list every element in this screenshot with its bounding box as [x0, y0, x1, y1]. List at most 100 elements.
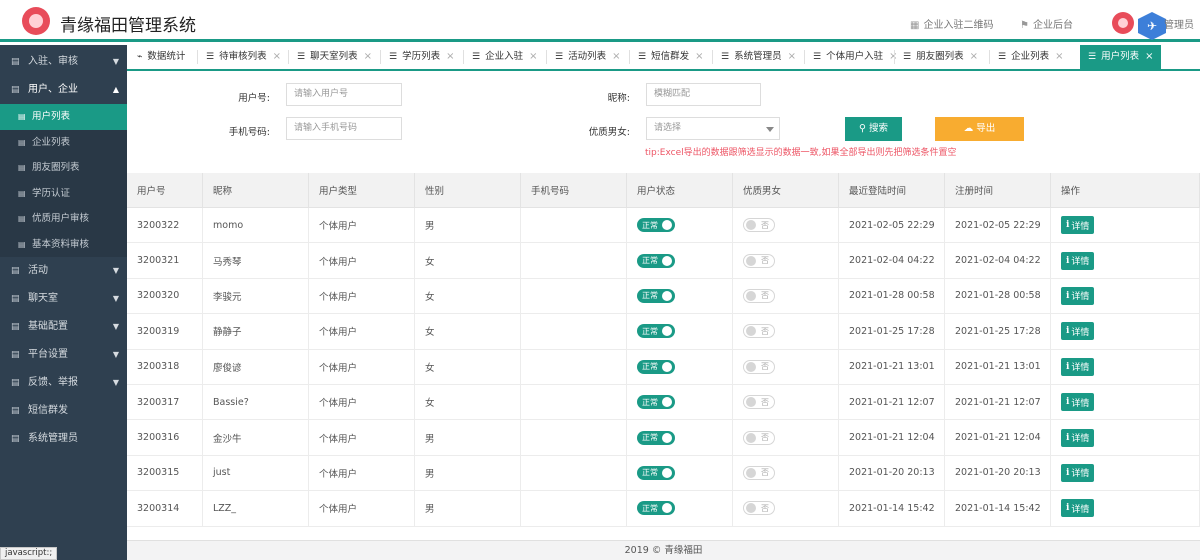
- avatar[interactable]: [1112, 12, 1134, 34]
- user-id-input[interactable]: 请输入用户号: [286, 83, 402, 106]
- phone-input[interactable]: 请输入手机号码: [286, 117, 402, 140]
- sidebar-group-system-admin[interactable]: ▤ 系统管理员: [0, 425, 127, 453]
- quality-toggle[interactable]: 否: [743, 324, 775, 339]
- detail-button[interactable]: i 详情: [1061, 393, 1095, 412]
- quality-toggle[interactable]: 否: [743, 218, 775, 233]
- sidebar-item-moments-list[interactable]: ▤ 朋友圈列表: [0, 155, 127, 181]
- tab-sms-broadcast[interactable]: ☰ 短信群发 ×: [638, 45, 703, 69]
- tab-company-list[interactable]: ☰ 企业列表 ×: [998, 45, 1063, 69]
- quality-toggle[interactable]: 否: [743, 465, 775, 480]
- close-icon[interactable]: ×: [1145, 51, 1153, 62]
- list-icon: ▤: [18, 239, 26, 249]
- chevron-down-icon: [766, 127, 774, 132]
- detail-button[interactable]: i 详情: [1061, 463, 1095, 482]
- sidebar-group-platform-settings[interactable]: ▤ 平台设置 ▼: [0, 341, 127, 369]
- status-toggle[interactable]: 正常: [637, 253, 675, 268]
- quality-toggle[interactable]: 否: [743, 359, 775, 374]
- sidebar-group-activity[interactable]: ▤ 活动 ▼: [0, 257, 127, 285]
- tab-moments-list[interactable]: ☰ 朋友圈列表 ×: [903, 45, 978, 69]
- table-cell-gender: 男: [415, 208, 521, 243]
- close-icon[interactable]: ×: [612, 51, 620, 62]
- quality-toggle[interactable]: 否: [743, 253, 775, 268]
- table-row: 3200320 李骏元 个体用户女 正常 否 2021-01-28 00:58 2021-0…: [127, 278, 1200, 315]
- quality-toggle[interactable]: 否: [743, 501, 775, 516]
- nickname-input[interactable]: 模糊匹配: [646, 83, 761, 106]
- tab-data-stats[interactable]: ⌁ 数据统计: [137, 45, 185, 69]
- status-toggle[interactable]: 正常: [637, 324, 675, 339]
- table-cell-id: 3200314: [127, 491, 203, 526]
- status-toggle[interactable]: 正常: [637, 430, 675, 445]
- table-header: 用户号 昵称 用户类型 性别 手机号码 用户状态 优质男女 最近登陆时间 注册时间 操作: [127, 173, 1200, 208]
- sidebar-group-chatroom[interactable]: ▤ 聊天室 ▼: [0, 285, 127, 313]
- admin-user-link[interactable]: 管理员: [1164, 16, 1194, 31]
- detail-button[interactable]: i 详情: [1061, 428, 1095, 447]
- export-button[interactable]: ☁ 导出: [935, 117, 1024, 141]
- sidebar-item-user-list[interactable]: ▤ 用户列表: [0, 104, 127, 130]
- close-icon[interactable]: ×: [364, 51, 372, 62]
- status-label: 正常: [642, 468, 658, 478]
- detail-button[interactable]: i 详情: [1061, 322, 1095, 341]
- close-icon[interactable]: ×: [695, 51, 703, 62]
- list-icon: ☰: [813, 52, 822, 62]
- tab-education-list[interactable]: ☰ 学历列表 ×: [389, 45, 454, 69]
- status-toggle[interactable]: 正常: [637, 288, 675, 303]
- status-label: 正常: [642, 291, 658, 301]
- sidebar-item-profile-review[interactable]: ▤ 基本资料审核: [0, 231, 127, 257]
- sidebar-group-entry-review[interactable]: ▤ 入驻、审核 ▼: [0, 48, 127, 76]
- column-header: 性别: [415, 173, 521, 207]
- quality-label: 否: [761, 326, 769, 336]
- quality-toggle[interactable]: 否: [743, 430, 775, 445]
- detail-button[interactable]: i 详情: [1061, 251, 1095, 270]
- detail-button[interactable]: i 详情: [1061, 499, 1095, 518]
- list-icon: ☰: [998, 52, 1007, 62]
- quality-select[interactable]: 请选择: [646, 117, 780, 140]
- info-icon: i: [1066, 397, 1070, 408]
- tab-company-entry[interactable]: ☰ 企业入驻 ×: [472, 45, 537, 69]
- table-cell-nick: LZZ_: [203, 491, 309, 526]
- status-toggle[interactable]: 正常: [637, 395, 675, 410]
- tab-individual-entry[interactable]: ☰个体用户入驻×: [813, 45, 897, 69]
- tab-activity-list[interactable]: ☰ 活动列表 ×: [555, 45, 620, 69]
- company-backend-link[interactable]: ⚑ 企业后台: [1020, 16, 1073, 31]
- detail-button[interactable]: i 详情: [1061, 216, 1095, 235]
- quality-toggle[interactable]: 否: [743, 395, 775, 410]
- status-toggle[interactable]: 正常: [637, 465, 675, 480]
- sidebar-group-users-companies[interactable]: ▤ 用户、企业 ▲: [0, 76, 127, 104]
- tab-chatroom-list[interactable]: ☰ 聊天室列表 ×: [297, 45, 372, 69]
- search-button[interactable]: ⚲ 搜索: [845, 117, 902, 141]
- quality-toggle[interactable]: 否: [743, 288, 775, 303]
- column-header: 昵称: [203, 173, 309, 207]
- sidebar-item-quality-user-review[interactable]: ▤ 优质用户审核: [0, 206, 127, 232]
- sidebar-group-basic-config[interactable]: ▤ 基础配置 ▼: [0, 313, 127, 341]
- sidebar-group-feedback-report[interactable]: ▤ 反馈、举报 ▼: [0, 369, 127, 397]
- close-icon[interactable]: ×: [788, 51, 796, 62]
- sidebar-item-education-verify[interactable]: ▤ 学历认证: [0, 180, 127, 206]
- tab-user-list[interactable]: ☰ 用户列表 ×: [1080, 45, 1162, 69]
- chevron-down-icon: ▼: [112, 266, 119, 275]
- status-toggle[interactable]: 正常: [637, 359, 675, 374]
- close-icon[interactable]: ×: [1055, 51, 1063, 62]
- tab-system-admin[interactable]: ☰ 系统管理员 ×: [721, 45, 796, 69]
- close-icon[interactable]: ×: [273, 51, 281, 62]
- table-cell-quality: 否: [733, 208, 839, 243]
- table-cell-type: 个体用户: [309, 420, 415, 455]
- chevron-up-icon: ▲: [112, 85, 119, 94]
- status-toggle[interactable]: 正常: [637, 501, 675, 516]
- detail-button[interactable]: i 详情: [1061, 286, 1095, 305]
- browser-status-bar: javascript:;: [0, 547, 58, 560]
- tab-pending-review[interactable]: ☰ 待审核列表 ×: [206, 45, 281, 69]
- table-row: 3200315 just 个体用户男 正常 否 2021-01-20 20:13 2021-…: [127, 455, 1200, 492]
- close-icon[interactable]: ×: [529, 51, 537, 62]
- close-icon[interactable]: ×: [446, 51, 454, 62]
- close-icon[interactable]: ×: [970, 51, 978, 62]
- status-toggle[interactable]: 正常: [637, 218, 675, 233]
- toggle-knob: [746, 432, 756, 443]
- company-qrcode-link[interactable]: ▦ 企业入驻二维码: [910, 16, 993, 31]
- sidebar-group-sms-broadcast[interactable]: ▤ 短信群发: [0, 397, 127, 425]
- sidebar-item-company-list[interactable]: ▤ 企业列表: [0, 129, 127, 155]
- table-cell-phone: [521, 491, 627, 526]
- status-label: 正常: [642, 503, 658, 513]
- quality-label: 否: [761, 362, 769, 372]
- quality-label: 否: [761, 468, 769, 478]
- detail-button[interactable]: i 详情: [1061, 357, 1095, 376]
